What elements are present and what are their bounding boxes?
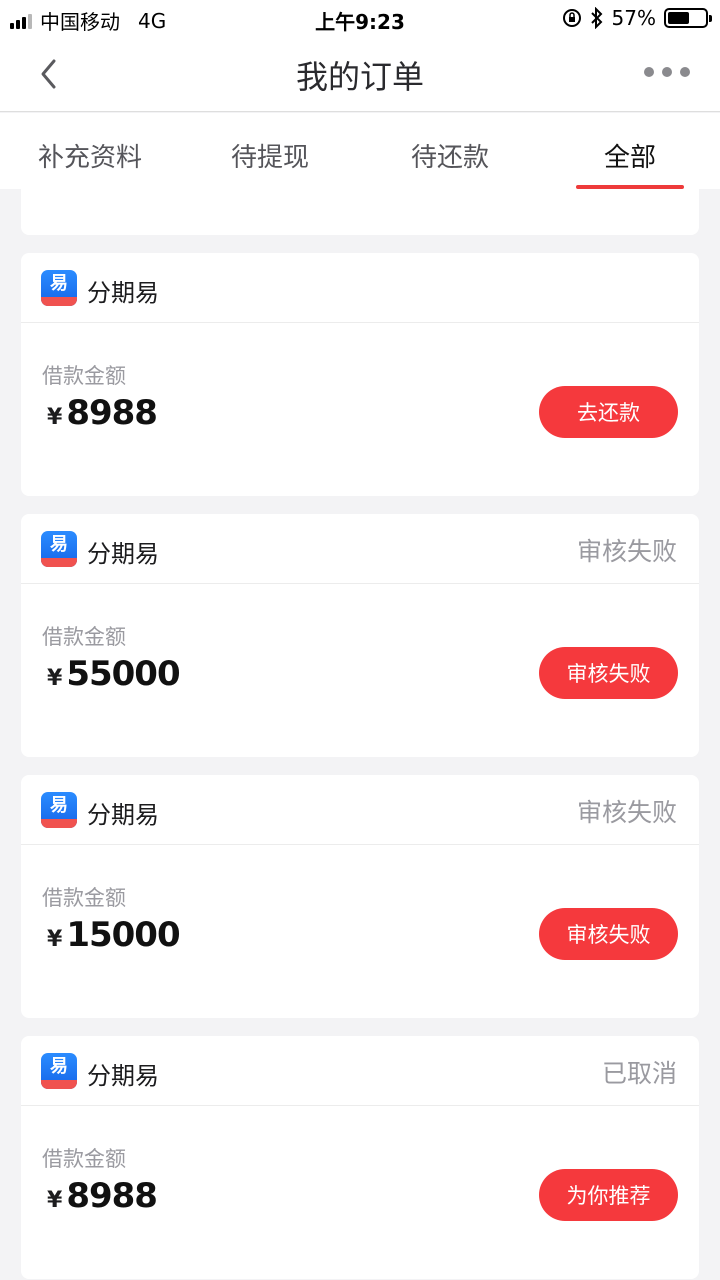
status-left: 中国移动 4G [10, 6, 166, 35]
order-card-header: 易 分期易 已取消 [21, 1036, 699, 1106]
tab-supplement-info[interactable]: 补充资料 [0, 113, 180, 189]
order-status: 已取消 [601, 1059, 677, 1088]
loan-amount: ¥ 8988 [47, 393, 158, 433]
more-button[interactable] [644, 62, 690, 82]
status-right: 57% [562, 6, 712, 30]
amount-value: 8988 [66, 393, 158, 433]
recommend-button[interactable]: 为你推荐 [539, 1169, 678, 1221]
app-logo-icon: 易 [41, 531, 77, 567]
more-dot [662, 67, 672, 77]
amount-value: 15000 [66, 915, 180, 955]
order-card-header: 易 分期易 [21, 253, 699, 323]
carrier-label: 中国移动 [40, 10, 120, 34]
review-failed-button[interactable]: 审核失败 [539, 647, 678, 699]
network-type: 4G [138, 8, 167, 33]
order-status: 审核失败 [576, 798, 677, 827]
order-card: 易 分期易 借款金额 ¥ 8988 去还款 [21, 253, 699, 496]
repay-button[interactable]: 去还款 [539, 386, 678, 438]
currency-symbol: ¥ [47, 927, 63, 952]
battery-percent: 57% [611, 6, 656, 30]
order-card: 易 分期易 审核失败 借款金额 ¥ 15000 审核失败 [21, 775, 699, 1018]
amount-label: 借款金额 [42, 886, 126, 910]
signal-icon [10, 13, 32, 29]
app-name: 分期易 [87, 1062, 159, 1090]
more-dot [680, 67, 690, 77]
loan-amount: ¥ 15000 [47, 915, 181, 955]
tab-pending-withdrawal[interactable]: 待提现 [180, 113, 360, 189]
review-failed-button[interactable]: 审核失败 [539, 908, 678, 960]
order-card-header: 易 分期易 审核失败 [21, 514, 699, 584]
currency-symbol: ¥ [47, 405, 63, 430]
app-logo-icon: 易 [41, 1053, 77, 1089]
orientation-lock-icon [562, 9, 581, 27]
amount-label: 借款金额 [42, 364, 126, 388]
order-card-partial [21, 189, 699, 235]
app-logo-icon: 易 [41, 270, 77, 306]
amount-value: 8988 [66, 1176, 158, 1216]
bluetooth-icon [590, 7, 602, 29]
order-card-header: 易 分期易 审核失败 [21, 775, 699, 845]
page-title: 我的订单 [295, 58, 424, 96]
app-name: 分期易 [87, 801, 159, 829]
loan-amount: ¥ 8988 [47, 1176, 158, 1216]
nav-bar: 我的订单 [0, 36, 720, 112]
app-name: 分期易 [87, 279, 159, 307]
currency-symbol: ¥ [47, 666, 63, 691]
amount-label: 借款金额 [42, 1147, 126, 1171]
amount-value: 55000 [66, 654, 180, 694]
tab-pending-repayment[interactable]: 待还款 [360, 113, 540, 189]
loan-amount: ¥ 55000 [47, 654, 181, 694]
order-card: 易 分期易 已取消 借款金额 ¥ 8988 为你推荐 [21, 1036, 699, 1279]
more-dots-icon [644, 67, 654, 77]
chevron-left-icon [41, 59, 56, 89]
tab-all[interactable]: 全部 [540, 113, 720, 189]
order-status: 审核失败 [576, 537, 677, 566]
amount-label: 借款金额 [42, 625, 126, 649]
order-tabs: 补充资料 待提现 待还款 全部 [0, 113, 720, 189]
status-bar: 中国移动 4G 上午9:23 57% [0, 0, 720, 36]
back-button[interactable] [32, 56, 72, 92]
app-name: 分期易 [87, 540, 159, 568]
app-logo-icon: 易 [41, 792, 77, 828]
currency-symbol: ¥ [47, 1188, 63, 1213]
battery-icon [664, 8, 712, 28]
order-card: 易 分期易 审核失败 借款金额 ¥ 55000 审核失败 [21, 514, 699, 757]
